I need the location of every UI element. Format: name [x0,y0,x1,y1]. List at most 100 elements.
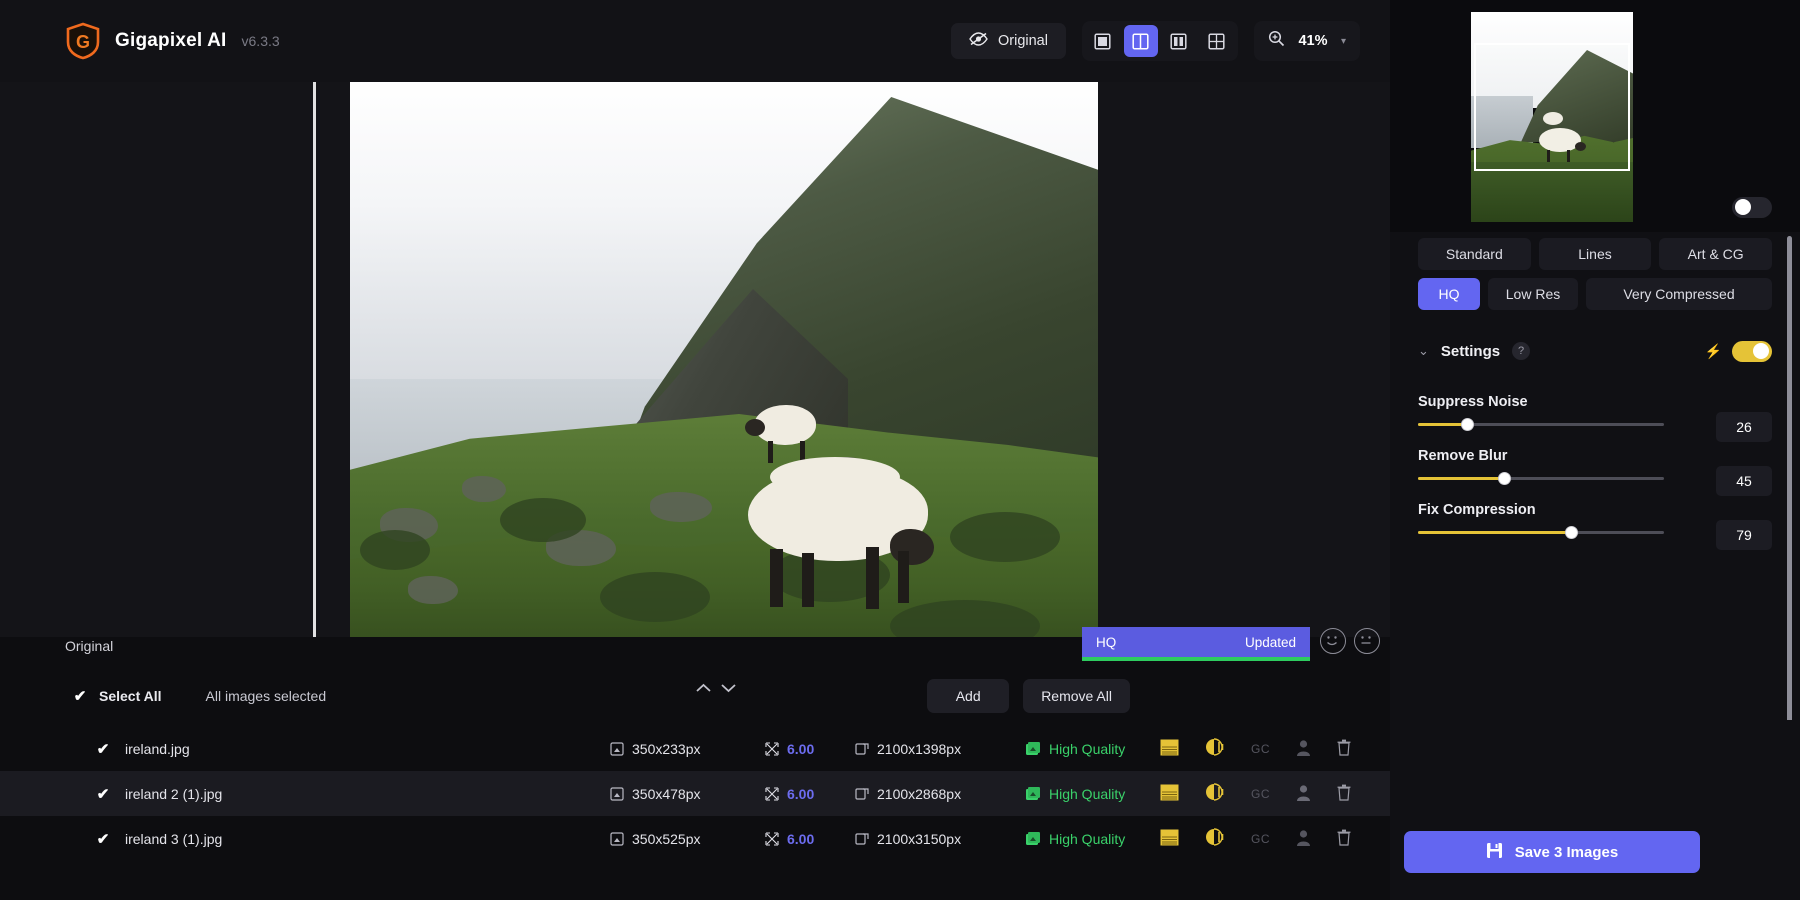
help-icon[interactable]: ? [1512,342,1530,360]
suppress-noise-label: Suppress Noise [1418,394,1772,410]
compare-contrast-icon[interactable] [1205,783,1225,804]
output-size-cell: 2100x3150px [855,831,961,847]
model-preset-icon[interactable] [1160,829,1179,849]
suppress-noise-track[interactable] [1418,423,1664,426]
table-row[interactable]: ✔ ireland 2 (1).jpg 350x478px 6.00 2100x… [0,771,1390,816]
panel-bottom-mask [1390,720,1800,820]
view-mode-group [1082,21,1238,61]
view-mode-split[interactable] [1124,25,1158,57]
remove-blur-track[interactable] [1418,477,1664,480]
preview-image [350,82,1098,637]
zoom-level-value: 41% [1295,33,1331,49]
processing-status-badge: HQ Updated [1082,627,1310,657]
fix-compression-slider-block: Fix Compression 79 [1390,502,1800,534]
source-size-cell: 350x233px [610,741,701,757]
face-recovery-icon[interactable] [1296,739,1311,759]
compare-contrast-icon[interactable] [1205,828,1225,849]
suppress-noise-value[interactable]: 26 [1716,412,1772,442]
delete-icon[interactable] [1337,829,1351,849]
meh-face-icon[interactable] [1354,628,1380,654]
view-mode-single[interactable] [1086,25,1120,57]
fix-compression-knob[interactable] [1565,526,1578,539]
delete-icon[interactable] [1337,739,1351,759]
settings-title: Settings [1441,343,1500,360]
file-name: ireland 3 (1).jpg [125,831,565,847]
scale-value: 6.00 [787,831,814,847]
scale-value: 6.00 [787,786,814,802]
remove-blur-knob[interactable] [1498,472,1511,485]
row-checkbox[interactable]: ✔ [95,786,111,802]
fix-compression-track[interactable] [1418,531,1664,534]
output-image-icon [855,787,869,801]
remove-blur-slider-block: Remove Blur 45 [1390,448,1800,480]
fix-compression-value[interactable]: 79 [1716,520,1772,550]
save-images-button[interactable]: Save 3 Images [1404,831,1700,873]
suppress-noise-slider-block: Suppress Noise 26 [1390,394,1800,426]
delete-icon[interactable] [1337,784,1351,804]
row-checkbox[interactable]: ✔ [95,741,111,757]
source-size-value: 350x478px [632,786,701,802]
panel-scrollbar[interactable] [1787,236,1792,796]
view-mode-quad[interactable] [1200,25,1234,57]
ai-model-lines[interactable]: Lines [1539,238,1652,270]
original-toggle-button[interactable]: Original [951,23,1066,59]
remove-all-button[interactable]: Remove All [1023,679,1130,713]
image-preview-canvas[interactable] [0,82,1390,637]
ai-model-auto-toggle[interactable] [1732,197,1772,218]
happy-face-icon[interactable] [1320,628,1346,654]
row-action-icons: GC [1160,828,1351,849]
view-mode-side-by-side[interactable] [1162,25,1196,57]
output-size-value: 2100x2868px [877,786,961,802]
output-image-icon [855,742,869,756]
table-row[interactable]: ✔ ireland.jpg 350x233px 6.00 2100x1398px… [0,726,1390,771]
fix-compression-label: Fix Compression [1418,502,1772,518]
ai-model-very-compressed[interactable]: Very Compressed [1586,278,1772,310]
ai-model-standard[interactable]: Standard [1418,238,1531,270]
navigator-viewport-rect[interactable] [1474,43,1630,171]
model-preset-icon[interactable] [1160,784,1179,804]
chevron-down-icon[interactable]: ⌄ [1418,343,1429,359]
output-size-value: 2100x3150px [877,831,961,847]
model-preset-icon[interactable] [1160,739,1179,759]
remove-blur-value[interactable]: 45 [1716,466,1772,496]
row-checkbox[interactable]: ✔ [95,831,111,847]
chevron-up-icon[interactable] [695,681,712,699]
quality-badge-icon [1025,831,1041,847]
app-brand: G Gigapixel AI v6.3.3 [64,22,280,60]
settings-header: ⌄ Settings ? ⚡ [1390,330,1800,372]
zoom-control[interactable]: 41% ▾ [1254,21,1360,61]
gc-label[interactable]: GC [1251,787,1270,801]
file-name: ireland 2 (1).jpg [125,786,565,802]
svg-text:G: G [76,32,90,52]
toolbar-controls: Original [951,21,1390,61]
face-recovery-icon[interactable] [1296,829,1311,849]
ai-model-low-res[interactable]: Low Res [1488,278,1578,310]
gigapixel-app-window: G Gigapixel AI v6.3.3 Original [0,0,1800,900]
select-all-control[interactable]: ✔ Select All [72,688,162,704]
ai-model-hq[interactable]: HQ [1418,278,1480,310]
settings-auto-toggle[interactable] [1732,341,1772,362]
scale-cell: 6.00 [765,741,814,757]
add-files-button[interactable]: Add [927,679,1009,713]
chevron-down-icon[interactable] [720,681,737,699]
source-image-icon [610,787,624,801]
compare-contrast-icon[interactable] [1205,738,1225,759]
ai-model-type-segmented: Standard Lines Art & CG [1418,238,1772,270]
save-images-label: Save 3 Images [1515,844,1618,861]
save-disk-icon [1486,842,1503,863]
row-action-icons: GC [1160,783,1351,804]
quality-value: High Quality [1049,831,1125,847]
gc-label[interactable]: GC [1251,832,1270,846]
output-size-value: 2100x1398px [877,741,961,757]
magnifier-plus-icon [1268,30,1285,52]
select-all-checkbox[interactable]: ✔ [72,688,88,704]
original-side-label: Original [65,638,113,654]
ai-model-art-cg[interactable]: Art & CG [1659,238,1772,270]
suppress-noise-knob[interactable] [1461,418,1474,431]
zoom-chevron-down-icon[interactable]: ▾ [1341,36,1346,47]
before-after-divider-handle[interactable] [313,82,316,637]
face-recovery-icon[interactable] [1296,784,1311,804]
table-row[interactable]: ✔ ireland 3 (1).jpg 350x525px 6.00 2100x… [0,816,1390,861]
output-image-icon [855,832,869,846]
gc-label[interactable]: GC [1251,742,1270,756]
